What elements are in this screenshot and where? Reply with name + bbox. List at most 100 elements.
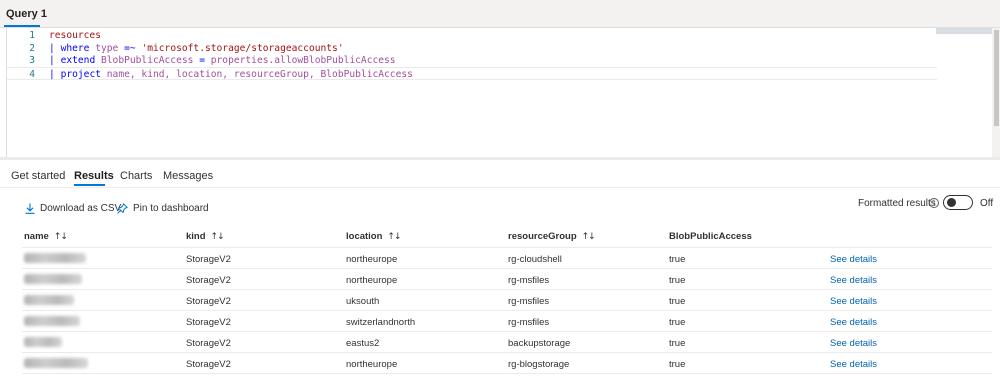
code-text: | where type =~ 'microsoft.storage/stora… — [49, 42, 344, 55]
download-icon — [25, 203, 35, 214]
see-details-link[interactable]: See details — [830, 275, 877, 286]
cell-resourcegroup: rg-blogstorage — [508, 359, 570, 370]
table-row[interactable]: StorageV2 northeurope rg-cloudshell true… — [22, 248, 992, 269]
column-header-name[interactable]: name ↑↓ — [24, 231, 68, 242]
redacted-name — [24, 253, 86, 263]
cell-kind: StorageV2 — [186, 359, 231, 370]
sort-icon[interactable]: ↑↓ — [387, 232, 401, 242]
sort-icon[interactable]: ↑↓ — [582, 232, 596, 242]
cell-blobpublicaccess: true — [669, 254, 686, 265]
table-row[interactable]: StorageV2 switzerlandnorth rg-msfiles tr… — [22, 311, 992, 332]
query-tab-indicator — [4, 25, 40, 27]
cell-resourcegroup: backupstorage — [508, 338, 571, 349]
cell-location: northeurope — [346, 275, 398, 286]
code-token: | — [49, 55, 61, 67]
query-tab-bar — [0, 0, 1000, 28]
cell-location: switzerlandnorth — [346, 317, 416, 328]
see-details-link[interactable]: See details — [830, 254, 877, 265]
cell-location: northeurope — [346, 359, 398, 370]
table-row[interactable]: StorageV2 uksouth rg-msfiles true See de… — [22, 290, 992, 311]
tab-results-indicator — [74, 184, 105, 186]
tab-get-started[interactable]: Get started — [11, 170, 65, 182]
cell-blobpublicaccess: true — [669, 275, 686, 286]
cell-resourcegroup: rg-msfiles — [508, 275, 550, 286]
download-csv-button[interactable]: Download as CSV — [25, 201, 121, 215]
code-line[interactable]: 2 | where type =~ 'microsoft.storage/stor… — [7, 42, 937, 55]
line-number: 1 — [29, 30, 35, 41]
code-token: where — [60, 42, 90, 54]
tab-messages[interactable]: Messages — [163, 170, 213, 182]
toggle-state-label: Off — [980, 198, 994, 209]
column-header-kind[interactable]: kind ↑↓ — [186, 231, 225, 242]
code-token: | — [49, 42, 61, 54]
tab-results[interactable]: Results — [74, 170, 114, 182]
line-number: 3 — [29, 55, 35, 67]
cell-blobpublicaccess: true — [669, 296, 686, 307]
code-line[interactable]: 3 | extend BlobPublicAccess = properties.… — [7, 54, 937, 67]
pin-icon — [117, 202, 128, 214]
tab-charts[interactable]: Charts — [120, 170, 152, 182]
formatted-results-toggle[interactable] — [943, 195, 973, 210]
code-text: | project name, kind, location, resource… — [49, 68, 413, 81]
code-token: BlobPublicAccess — [95, 55, 200, 67]
code-token: properties.allowBlobPublicAccess — [204, 55, 396, 67]
pin-to-dashboard-label: Pin to dashboard — [133, 202, 209, 214]
line-number: 2 — [29, 42, 35, 54]
redacted-name — [24, 358, 88, 368]
code-line[interactable]: 4 | project name, kind, location, resourc… — [7, 66, 937, 81]
table-row[interactable]: StorageV2 northeurope rg-msfiles true Se… — [22, 269, 992, 290]
cell-resourcegroup: rg-cloudshell — [508, 254, 562, 265]
cell-kind: StorageV2 — [186, 317, 231, 328]
code-token: type — [89, 42, 125, 54]
see-details-link[interactable]: See details — [830, 359, 877, 370]
cell-location: uksouth — [346, 296, 380, 307]
cell-kind: StorageV2 — [186, 275, 231, 286]
info-icon[interactable]: i — [929, 198, 939, 208]
editor-minimap[interactable] — [936, 28, 992, 34]
code-token: 'microsoft.storage/storageaccounts' — [135, 42, 344, 54]
see-details-link[interactable]: See details — [830, 296, 877, 307]
column-header-blobpublicaccess[interactable]: BlobPublicAccess — [669, 231, 752, 242]
code-token: extend — [60, 55, 96, 67]
code-text: resources — [49, 29, 101, 42]
cell-kind: StorageV2 — [186, 338, 231, 349]
cell-resourcegroup: rg-msfiles — [508, 296, 550, 307]
redacted-name — [24, 295, 74, 305]
results-tabs: Get started Results Charts Messages — [0, 160, 1000, 188]
redacted-name — [24, 274, 82, 284]
cell-kind: StorageV2 — [186, 254, 231, 265]
code-token: =~ — [124, 42, 136, 54]
query-editor[interactable]: 1 resources 2 | where type =~ 'microsoft.st… — [6, 28, 1000, 158]
column-header-resourcegroup[interactable]: resourceGroup ↑↓ — [508, 231, 596, 242]
sort-icon[interactable]: ↑↓ — [211, 232, 225, 242]
cell-blobpublicaccess: true — [669, 317, 686, 328]
cell-kind: StorageV2 — [186, 296, 231, 307]
sort-icon[interactable]: ↑↓ — [54, 232, 68, 242]
formatted-results-label: Formatted results — [858, 198, 936, 209]
column-header-location[interactable]: location ↑↓ — [346, 231, 402, 242]
cell-resourcegroup: rg-msfiles — [508, 317, 550, 328]
download-csv-label: Download as CSV — [40, 202, 122, 214]
redacted-name — [24, 337, 62, 347]
cell-location: eastus2 — [346, 338, 380, 349]
code-token: project — [60, 68, 101, 80]
code-token: name, kind, location, resourceGroup, Blo… — [101, 68, 413, 80]
toggle-knob — [947, 198, 956, 207]
cell-blobpublicaccess: true — [669, 359, 686, 370]
code-text: | extend BlobPublicAccess = properties.a… — [49, 54, 396, 67]
line-number: 4 — [29, 68, 35, 80]
code-token: resources — [49, 30, 101, 41]
table-row[interactable]: StorageV2 northeurope rg-blogstorage tru… — [22, 353, 992, 374]
code-line[interactable]: 1 resources — [7, 29, 937, 42]
query-tab[interactable]: Query 1 — [6, 8, 47, 20]
pin-to-dashboard-button[interactable]: Pin to dashboard — [117, 201, 209, 215]
see-details-link[interactable]: See details — [830, 317, 877, 328]
editor-scroll-thumb[interactable] — [994, 30, 999, 126]
table-row[interactable]: StorageV2 eastus2 backupstorage true See… — [22, 332, 992, 353]
cell-blobpublicaccess: true — [669, 338, 686, 349]
tabs-divider — [0, 187, 1000, 188]
cell-location: northeurope — [346, 254, 398, 265]
redacted-name — [24, 316, 80, 326]
code-token: | — [49, 68, 61, 80]
see-details-link[interactable]: See details — [830, 338, 877, 349]
